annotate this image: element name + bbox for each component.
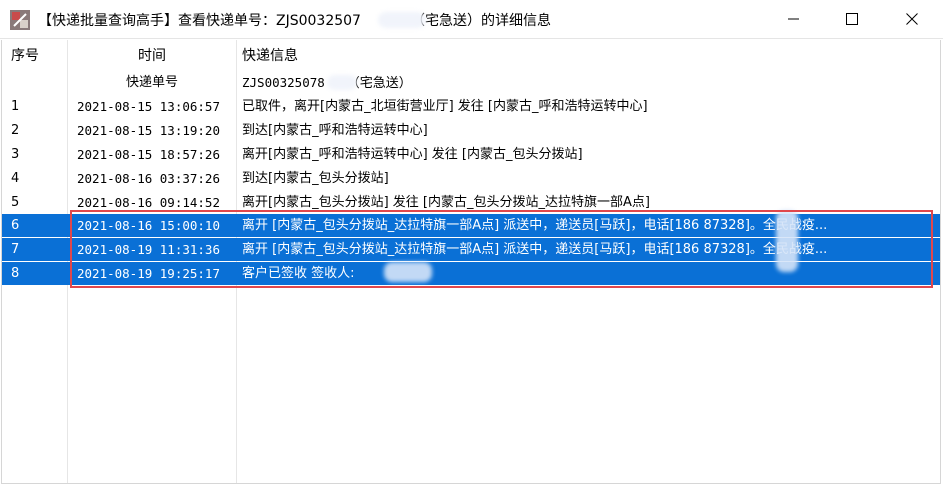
summary-label: 快递单号 [125,75,178,90]
table-row[interactable]: 1 2021-08-15 13:06:57 已取件，离开[内蒙古_北垣街营业厅]… [2,95,940,118]
row-seq: 4 [11,171,20,186]
window-title: 【快递批量查询高手】查看快递单号：ZJS0032507 （宅急送）的详细信息 [38,13,551,29]
row-seq: 6 [11,218,20,233]
header-seq[interactable]: 序号 [11,40,39,72]
table-row[interactable]: 3 2021-08-15 18:57:26 离开[内蒙古_呼和浩特运转中心] 发… [2,143,940,166]
table-row-selected[interactable]: 8 2021-08-19 19:25:17 客户已签收 签收人: [2,262,940,285]
redaction-blur [384,262,432,282]
row-time: 2021-08-16 03:37:26 [77,171,220,186]
row-info: 到达[内蒙古_包头分拨站] [242,171,389,186]
minimize-icon [788,18,799,20]
table-row[interactable]: 5 2021-08-16 09:14:52 离开[内蒙古_包头分拨站] 发往 [… [2,191,940,214]
table-row-selected[interactable]: 7 2021-08-19 11:31:36 离开 [内蒙古_包头分拨站_达拉特旗… [2,238,940,261]
row-seq: 8 [11,266,20,281]
row-info: 离开 [内蒙古_包头分拨站_达拉特旗一部A点] 派送中，递送员[马跃]，电话[1… [242,242,828,257]
row-seq: 7 [11,242,20,257]
main-window: 【快递批量查询高手】查看快递单号：ZJS0032507 （宅急送）的详细信息 序号… [0,0,943,485]
row-time: 2021-08-15 18:57:26 [77,147,220,162]
summary-row[interactable]: 快递单号 ZJS00325078 （宅急送） [2,71,940,94]
close-icon [906,13,918,25]
row-info: 离开 [内蒙古_包头分拨站_达拉特旗一部A点] 派送中，递送员[马跃]，电话[1… [242,218,828,233]
row-time: 2021-08-19 19:25:17 [77,266,220,281]
redaction-blur [776,210,798,272]
row-time: 2021-08-16 15:00:10 [77,218,220,233]
header-info[interactable]: 快递信息 [242,40,298,72]
row-time: 2021-08-19 11:31:36 [77,242,220,257]
maximize-icon [846,13,858,25]
row-info: 到达[内蒙古_呼和浩特运转中心] [242,123,428,138]
row-seq: 3 [11,147,20,162]
table-row[interactable]: 4 2021-08-16 03:37:26 到达[内蒙古_包头分拨站] [2,167,940,190]
redaction-blur [327,75,357,90]
row-time: 2021-08-15 13:06:57 [77,99,220,114]
row-time: 2021-08-15 13:19:20 [77,123,220,138]
row-seq: 5 [11,195,20,210]
close-button[interactable] [889,0,935,38]
row-info: 离开[内蒙古_包头分拨站] 发往 [内蒙古_包头分拨站_达拉特旗一部A点] [242,195,650,210]
row-info: 离开[内蒙古_呼和浩特运转中心] 发往 [内蒙古_包头分拨站] [242,147,583,162]
row-seq: 1 [11,99,20,114]
redaction-blur [378,12,426,28]
tracking-list[interactable]: 序号 时间 快递信息 快递单号 ZJS00325078 （宅急送） 1 2021-… [1,40,941,484]
maximize-button[interactable] [829,0,875,38]
table-row[interactable]: 2 2021-08-15 13:19:20 到达[内蒙古_呼和浩特运转中心] [2,119,940,142]
header-time[interactable]: 时间 [68,40,236,72]
row-info: 客户已签收 签收人: [242,266,355,281]
row-info: 已取件，离开[内蒙古_北垣街营业厅] 发往 [内蒙古_呼和浩特运转中心] [242,99,648,114]
title-bar[interactable]: 【快递批量查询高手】查看快递单号：ZJS0032507 （宅急送）的详细信息 [0,0,943,39]
row-seq: 2 [11,123,20,138]
minimize-button[interactable] [771,0,817,38]
table-row-selected[interactable]: 6 2021-08-16 15:00:10 离开 [内蒙古_包头分拨站_达拉特旗… [2,214,940,237]
app-icon [10,10,30,30]
row-time: 2021-08-16 09:14:52 [77,195,220,210]
